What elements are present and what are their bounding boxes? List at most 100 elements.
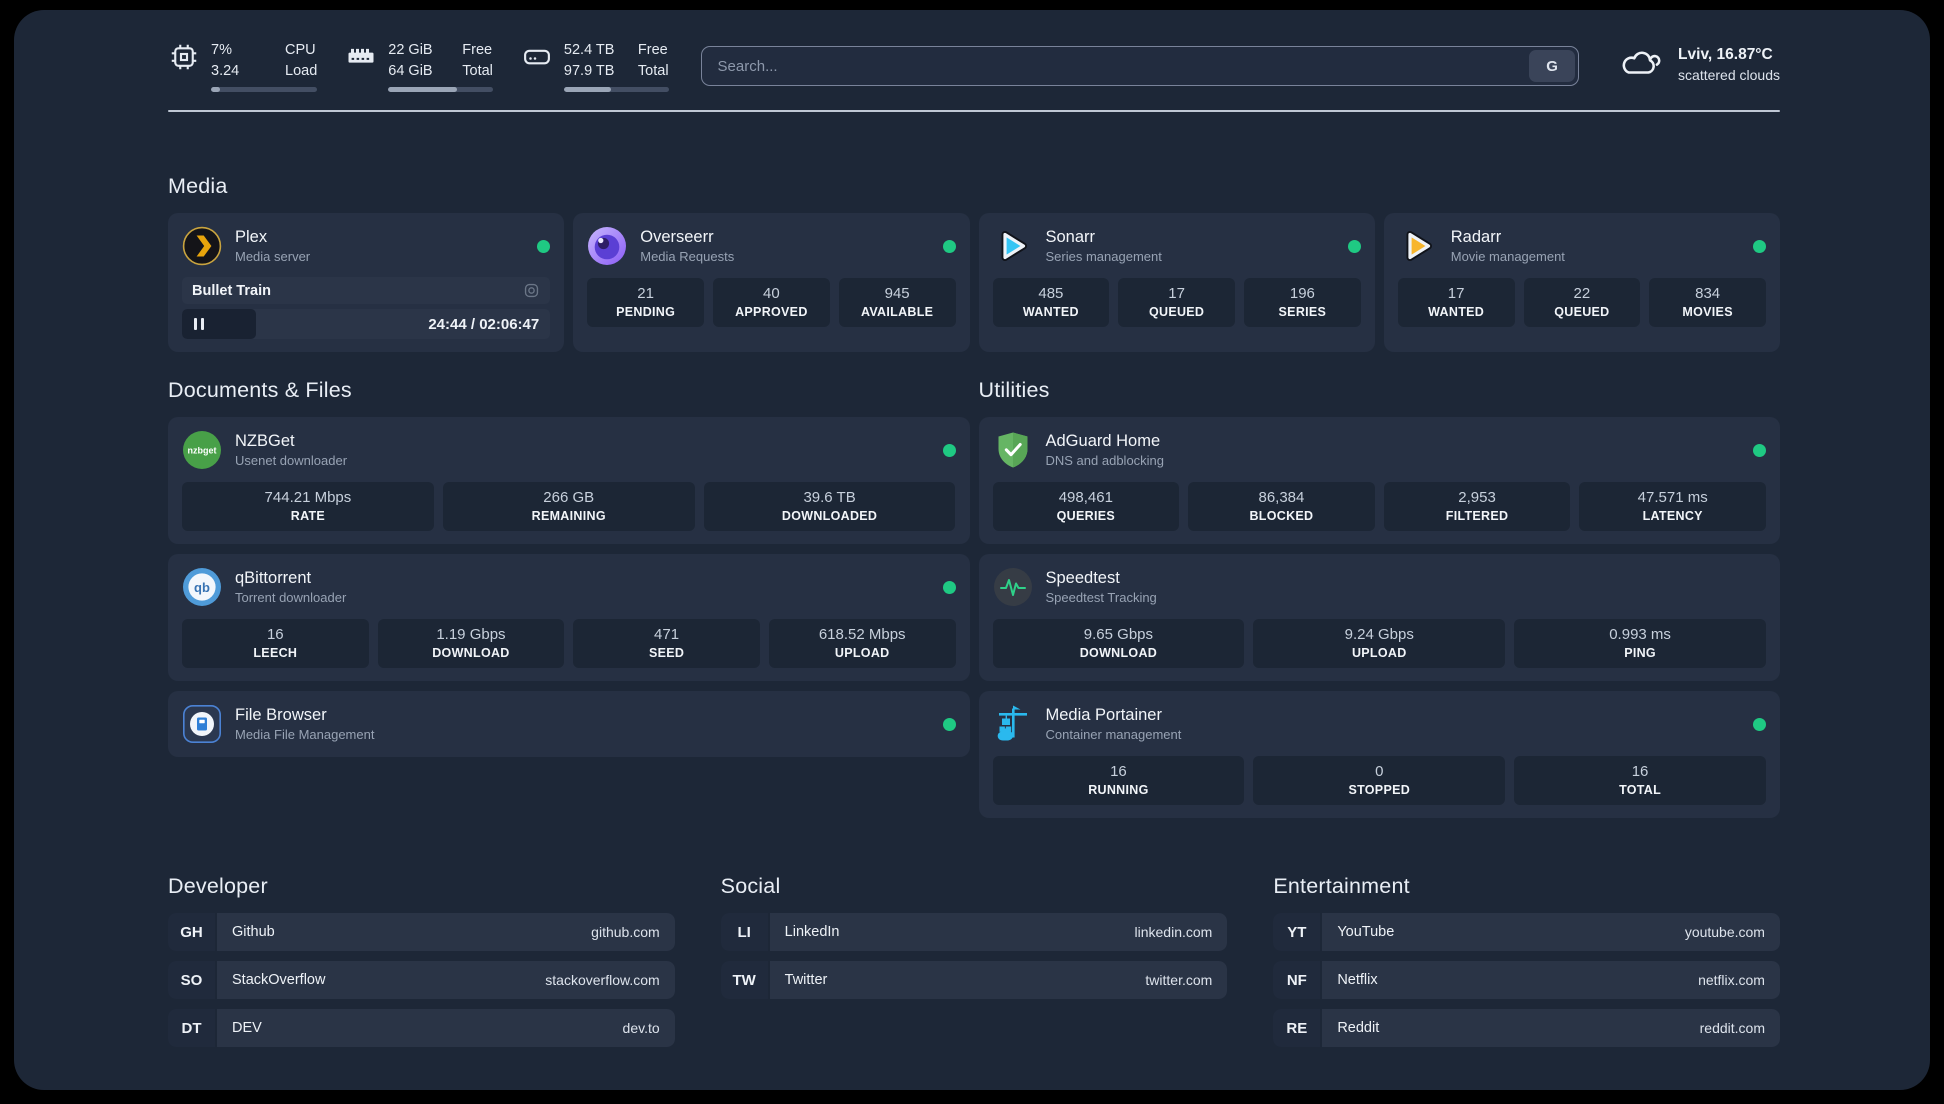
app-card[interactable]: AdGuard Home DNS and adblocking 498,461 … <box>978 417 1780 545</box>
status-dot <box>942 580 956 594</box>
link-url: github.com <box>591 924 660 941</box>
qbittorrent-icon: qb <box>182 567 222 607</box>
app-subtitle: Media File Management <box>235 727 375 743</box>
top-bar: 7% 3.24 CPU Load 22 GiB 64 GiB Free Tota… <box>168 40 1780 93</box>
stat-label: DOWNLOAD <box>432 646 510 661</box>
stat-box: 39.6 TB DOWNLOADED <box>703 482 956 532</box>
memory-total-value: 64 GiB <box>388 63 433 80</box>
memory-total-label: Total <box>462 63 493 80</box>
status-dot <box>1753 443 1766 457</box>
status-dot <box>942 443 956 457</box>
stat-value: 2,953 <box>1458 489 1496 507</box>
link-abbr: GH <box>168 913 215 952</box>
app-subtitle: Media Requests <box>640 249 735 265</box>
link-row[interactable]: DT DEV dev.to <box>168 1009 675 1048</box>
app-card[interactable]: Radarr Movie management 17 WANTED 22 QUE… <box>1383 213 1780 353</box>
link-row[interactable]: LI LinkedIn linkedin.com <box>720 913 1228 952</box>
app-card[interactable]: File Browser Media File Management <box>168 691 970 758</box>
section-utilities: Utilities AdGuard Home DNS and adblockin… <box>978 378 1780 819</box>
stat-value: 196 <box>1289 285 1315 303</box>
link-section: Social LI LinkedIn linkedin.com TW Twitt… <box>720 874 1228 1047</box>
stat-value: 1.19 Gbps <box>436 626 506 644</box>
sonarr-icon <box>993 226 1033 266</box>
link-row[interactable]: RE Reddit reddit.com <box>1273 1009 1780 1048</box>
link-url: youtube.com <box>1684 924 1765 941</box>
status-dot <box>1753 717 1766 731</box>
stat-label: FILTERED <box>1445 509 1509 524</box>
stat-value: 945 <box>884 285 910 303</box>
svg-text:nzbget: nzbget <box>188 446 217 456</box>
pause-icon[interactable] <box>194 318 205 331</box>
stat-label: TOTAL <box>1619 783 1662 798</box>
links-area: Developer GH Github github.com SO StackO… <box>168 874 1780 1048</box>
playback-time: 24:44 / 02:06:47 <box>428 315 540 333</box>
link-abbr: DT <box>168 1009 215 1048</box>
app-card[interactable]: Speedtest Speedtest Tracking 9.65 Gbps D… <box>978 554 1780 682</box>
section-media: Media Plex Media server Bullet Train 24:… <box>168 174 1780 353</box>
stat-box: 17 QUEUED <box>1118 278 1235 328</box>
app-card[interactable]: Overseerr Media Requests 21 PENDING 40 A… <box>573 213 970 353</box>
app-card[interactable]: qb qBittorrent Torrent downloader 16 LEE… <box>168 554 970 682</box>
stat-box: 744.21 Mbps RATE <box>182 482 434 532</box>
stat-box: 485 WANTED <box>992 278 1110 328</box>
stat-box: 196 SERIES <box>1244 278 1361 328</box>
link-name: DEV <box>232 1020 262 1037</box>
weather-location-temp: Lviv, 16.87°C <box>1678 46 1773 63</box>
disk-usage-bar-fill <box>563 87 611 93</box>
stats-row: 485 WANTED 17 QUEUED 196 SERIES <box>992 278 1361 328</box>
stat-value: 16 <box>1631 763 1649 781</box>
search-provider-button[interactable]: G <box>1529 50 1576 82</box>
link-row[interactable]: SO StackOverflow stackoverflow.com <box>168 961 675 1000</box>
stat-box: 16 LEECH <box>182 619 369 669</box>
stat-box: 1.19 Gbps DOWNLOAD <box>377 619 565 669</box>
link-row[interactable]: TW Twitter twitter.com <box>720 961 1228 1000</box>
link-row[interactable]: NF Netflix netflix.com <box>1273 961 1780 1000</box>
stat-value: 86,384 <box>1258 489 1305 507</box>
section-title: Documents & Files <box>168 378 352 403</box>
plex-icon <box>182 226 222 266</box>
stat-label: STOPPED <box>1348 783 1411 798</box>
link-list: GH Github github.com SO StackOverflow st… <box>168 913 675 1048</box>
stat-label: QUERIES <box>1056 509 1115 524</box>
system-stats: 7% 3.24 CPU Load 22 GiB 64 GiB Free Tota… <box>168 40 669 93</box>
stat-value: 744.21 Mbps <box>264 489 352 507</box>
search-input[interactable] <box>715 56 1530 76</box>
status-dot <box>537 239 551 253</box>
stat-value: 834 <box>1695 285 1721 303</box>
app-subtitle: Container management <box>1045 727 1182 743</box>
link-row[interactable]: GH Github github.com <box>168 913 675 952</box>
stats-row: 17 WANTED 22 QUEUED 834 MOVIES <box>1397 278 1766 328</box>
stat-label: WANTED <box>1022 305 1079 320</box>
stat-label: LEECH <box>253 646 298 661</box>
cpu-icon <box>168 40 200 74</box>
app-card[interactable]: Plex Media server Bullet Train 24:44 / 0… <box>168 213 565 353</box>
stat-value: 17 <box>1168 285 1185 303</box>
app-card[interactable]: Media Portainer Container management 16 … <box>978 691 1780 819</box>
stat-box: 40 APPROVED <box>713 278 830 328</box>
memory-free-value: 22 GiB <box>388 42 433 58</box>
cpu-load-value: 3.24 <box>211 63 240 80</box>
stat-value: 16 <box>1110 763 1127 781</box>
link-name: LinkedIn <box>784 924 840 941</box>
stats-row: 744.21 Mbps RATE 266 GB REMAINING 39.6 T… <box>182 482 956 532</box>
app-card[interactable]: nzbget NZBGet Usenet downloader 744.21 M… <box>168 417 970 545</box>
stat-label: SERIES <box>1278 305 1327 320</box>
app-card[interactable]: Sonarr Series management 485 WANTED 17 Q… <box>978 213 1375 353</box>
overseerr-icon <box>587 226 627 266</box>
session-icon[interactable] <box>523 282 540 299</box>
stat-label: UPLOAD <box>834 646 890 661</box>
app-title: NZBGet <box>235 432 295 451</box>
link-url: netflix.com <box>1698 972 1765 989</box>
weather-widget: Lviv, 16.87°C scattered clouds <box>1617 46 1780 83</box>
link-url: twitter.com <box>1145 972 1213 989</box>
app-subtitle: DNS and adblocking <box>1045 453 1165 469</box>
stat-label: REMAINING <box>531 509 606 524</box>
link-row[interactable]: YT YouTube youtube.com <box>1273 913 1780 952</box>
memory-usage-bar <box>388 87 493 93</box>
stat-label: APPROVED <box>735 305 808 320</box>
radarr-icon <box>1398 226 1438 266</box>
stat-value: 40 <box>763 285 780 303</box>
app-subtitle: Speedtest Tracking <box>1045 590 1157 606</box>
search-bar: G <box>700 46 1580 86</box>
section-title: Entertainment <box>1273 874 1410 899</box>
